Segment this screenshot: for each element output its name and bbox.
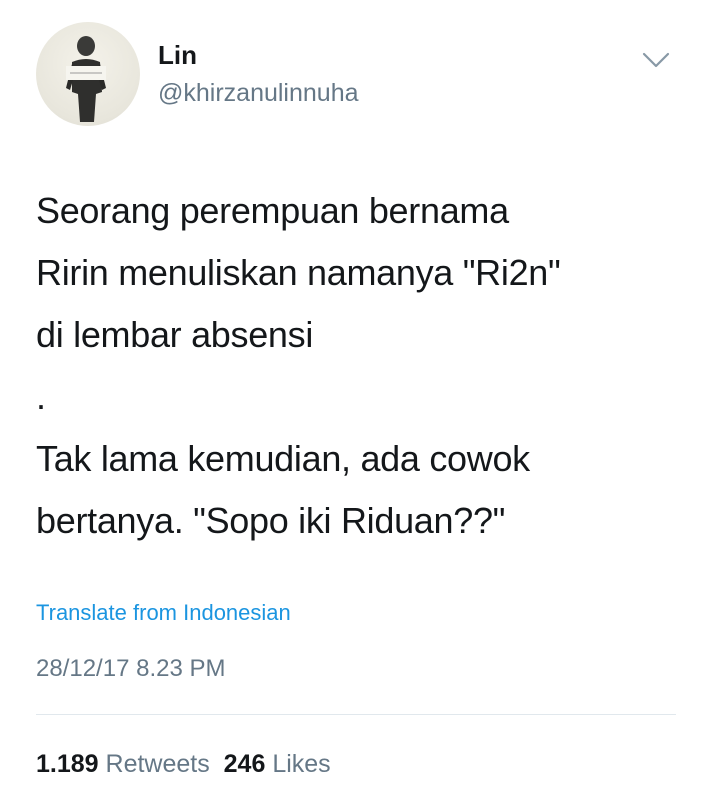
avatar[interactable] [36,22,140,126]
likes-count: 246 [223,750,266,778]
tweet-text: Seorang perempuan bernama Ririn menulisk… [36,180,676,552]
translate-link[interactable]: Translate from Indonesian [36,598,291,628]
tweet-text-line: bertanya. "Sopo iki Riduan??" [36,500,506,541]
display-name[interactable]: Lin [158,40,197,70]
tweet-text-line: Seorang perempuan bernama [36,190,509,231]
likes-label: Likes [272,750,331,778]
tweet-text-line: Tak lama kemudian, ada cowok [36,438,530,479]
retweets-label: Retweets [105,750,210,778]
tweet-stats: 1.189 Retweets 246 Likes [36,748,331,780]
tweet-card: Lin @khirzanulinnuha Seorang perempuan b… [0,0,701,802]
divider [36,714,676,715]
tweet-text-line: . [36,376,46,417]
tweet-text-line: Ririn menuliskan namanya "Ri2n" [36,252,561,293]
avatar-person-image [66,36,106,122]
retweets-stat[interactable]: 1.189 Retweets [36,750,210,778]
chevron-down-icon[interactable] [641,50,671,70]
likes-stat[interactable]: 246 Likes [224,750,331,778]
user-handle[interactable]: @khirzanulinnuha [158,78,359,108]
retweets-count: 1.189 [36,750,99,778]
tweet-text-line: di lembar absensi [36,314,314,355]
tweet-timestamp[interactable]: 28/12/17 8.23 PM [36,654,225,684]
